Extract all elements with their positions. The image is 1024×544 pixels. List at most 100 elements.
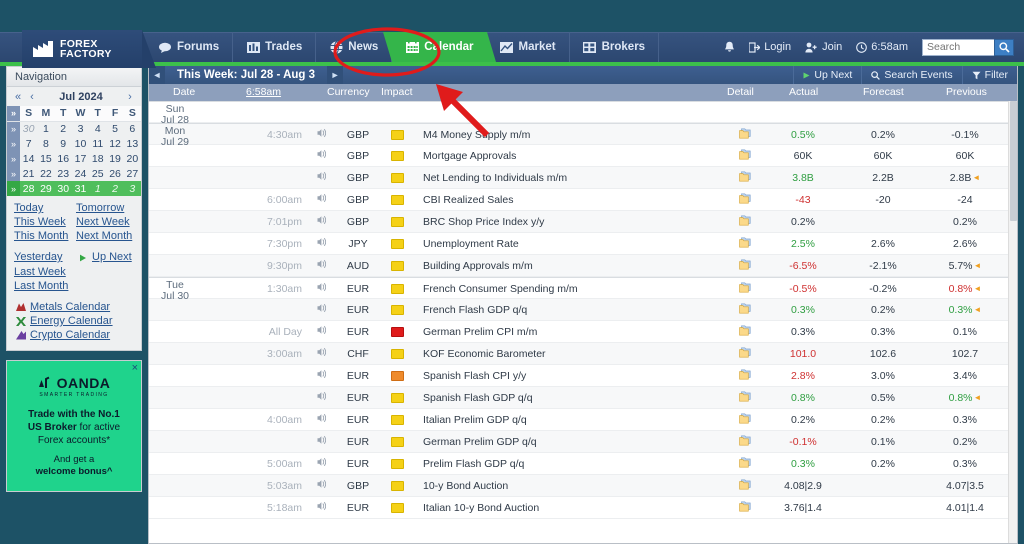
calendar-day-cell[interactable]: 5 — [106, 121, 123, 136]
select-week-button[interactable]: » — [7, 166, 20, 181]
week-col-icon[interactable]: » — [7, 106, 20, 122]
calendar-day-cell[interactable]: 1 — [37, 121, 54, 136]
sound-alert-icon[interactable] — [317, 413, 327, 426]
link-up-next[interactable]: Up Next — [92, 251, 132, 263]
link-crypto-calendar[interactable]: Crypto Calendar — [30, 329, 110, 341]
calendar-day-cell[interactable]: 29 — [37, 181, 55, 196]
sound-alert-icon[interactable] — [317, 479, 327, 492]
oanda-advertisement[interactable]: × OANDA SMARTER TRADING Trade with the N… — [6, 360, 142, 492]
calendar-day-cell[interactable]: 11 — [89, 136, 106, 151]
prev-month-icon[interactable]: ‹ — [25, 91, 39, 103]
calendar-day-cell[interactable]: 30 — [54, 181, 72, 196]
detail-folder-icon[interactable] — [739, 347, 752, 361]
detail-folder-icon[interactable] — [739, 282, 752, 296]
next-month-icon[interactable]: › — [123, 91, 137, 103]
search-submit-button[interactable] — [994, 38, 1014, 56]
event-title[interactable]: Prelim Flash GDP q/q — [423, 458, 524, 470]
sound-alert-icon[interactable] — [317, 325, 327, 338]
detail-folder-icon[interactable] — [739, 457, 752, 471]
detail-folder-icon[interactable] — [739, 479, 752, 493]
link-this-month[interactable]: This Month — [14, 230, 68, 242]
tab-calendar[interactable]: Calendar — [383, 32, 496, 62]
event-title[interactable]: M4 Money Supply m/m — [423, 129, 530, 141]
event-title[interactable]: Building Approvals m/m — [423, 260, 533, 272]
event-title[interactable]: BRC Shop Price Index y/y — [423, 216, 544, 228]
table-row[interactable]: 5:00am EUR Prelim Flash GDP q/q 0.3% 0.2% 0.3… — [149, 453, 1017, 475]
sound-alert-icon[interactable] — [317, 369, 327, 382]
detail-folder-icon[interactable] — [739, 369, 752, 383]
impact-indicator-icon[interactable] — [391, 349, 404, 359]
impact-indicator-icon[interactable] — [391, 173, 404, 183]
impact-indicator-icon[interactable] — [391, 217, 404, 227]
calendar-day-cell[interactable]: 7 — [20, 136, 37, 151]
calendar-day-cell[interactable]: 6 — [124, 121, 141, 136]
impact-indicator-icon[interactable] — [391, 415, 404, 425]
table-row[interactable]: 5:18am EUR Italian 10-y Bond Auction 3.76|1… — [149, 497, 1017, 519]
search-events-button[interactable]: Search Events — [861, 66, 961, 84]
calendar-day-cell[interactable]: 9 — [55, 136, 72, 151]
link-tomorrow[interactable]: Tomorrow — [76, 202, 124, 214]
detail-folder-icon[interactable] — [739, 128, 752, 142]
calendar-day-cell[interactable]: 21 — [20, 166, 37, 181]
detail-folder-icon[interactable] — [739, 303, 752, 317]
event-title[interactable]: Spanish Flash CPI y/y — [423, 370, 526, 382]
link-this-week[interactable]: This Week — [14, 216, 66, 228]
calendar-day-cell[interactable]: 8 — [37, 136, 54, 151]
calendar-day-cell[interactable]: 20 — [124, 151, 141, 166]
table-row[interactable]: 5:03am GBP 10-y Bond Auction 4.08|2.9 4.07|3… — [149, 475, 1017, 497]
calendar-day-cell[interactable]: 2 — [55, 121, 72, 136]
impact-indicator-icon[interactable] — [391, 459, 404, 469]
detail-folder-icon[interactable] — [739, 237, 752, 251]
link-yesterday[interactable]: Yesterday — [14, 251, 63, 263]
event-title[interactable]: German Prelim GDP q/q — [423, 436, 537, 448]
event-title[interactable]: Spanish Flash GDP q/q — [423, 392, 533, 404]
sound-alert-icon[interactable] — [317, 149, 327, 162]
link-next-week[interactable]: Next Week — [76, 216, 130, 228]
tab-market[interactable]: Market — [487, 32, 570, 62]
detail-folder-icon[interactable] — [739, 501, 752, 515]
col-impact[interactable]: Impact — [381, 86, 413, 98]
table-row[interactable]: All Day EUR German Prelim CPI m/m 0.3% 0.3% 0… — [149, 321, 1017, 343]
event-title[interactable]: Mortgage Approvals — [423, 150, 516, 162]
select-week-button[interactable]: » — [7, 181, 20, 196]
detail-folder-icon[interactable] — [739, 193, 752, 207]
link-next-month[interactable]: Next Month — [76, 230, 132, 242]
calendar-day-cell[interactable]: 22 — [37, 166, 54, 181]
sound-alert-icon[interactable] — [317, 259, 327, 272]
sound-alert-icon[interactable] — [317, 347, 327, 360]
calendar-day-cell[interactable]: 17 — [72, 151, 89, 166]
event-title[interactable]: Unemployment Rate — [423, 238, 519, 250]
calendar-day-cell[interactable]: 3 — [72, 121, 89, 136]
link-last-month[interactable]: Last Month — [14, 280, 68, 292]
vertical-scrollbar[interactable] — [1008, 101, 1017, 543]
table-row[interactable]: EUR French Flash GDP q/q 0.3% 0.2% 0.3%◄ — [149, 299, 1017, 321]
impact-indicator-icon[interactable] — [391, 371, 404, 381]
table-row[interactable]: EUR German Prelim GDP q/q -0.1% 0.1% 0.2% — [149, 431, 1017, 453]
calendar-day-cell[interactable]: 30 — [20, 121, 37, 136]
sound-alert-icon[interactable] — [317, 435, 327, 448]
table-row[interactable]: EUR Spanish Flash GDP q/q 0.8% 0.5% 0.8%◄ — [149, 387, 1017, 409]
calendar-day-cell[interactable]: 12 — [106, 136, 123, 151]
impact-indicator-icon[interactable] — [391, 284, 404, 294]
select-week-button[interactable]: » — [7, 121, 20, 136]
filter-button[interactable]: Filter — [961, 66, 1017, 84]
week-title[interactable]: This Week: Jul 28 - Aug 3 — [165, 66, 327, 88]
sound-alert-icon[interactable] — [317, 128, 327, 141]
prev-year-icon[interactable]: « — [11, 91, 25, 103]
calendar-day-cell[interactable]: 15 — [37, 151, 54, 166]
select-week-button[interactable]: » — [7, 136, 20, 151]
impact-indicator-icon[interactable] — [391, 327, 404, 337]
sound-alert-icon[interactable] — [317, 237, 327, 250]
search-input[interactable] — [922, 38, 994, 56]
col-date[interactable]: Date — [173, 86, 195, 98]
detail-folder-icon[interactable] — [739, 391, 752, 405]
calendar-day-cell[interactable]: 10 — [72, 136, 89, 151]
calendar-day-cell[interactable]: 25 — [89, 166, 106, 181]
select-week-button[interactable]: » — [7, 151, 20, 166]
table-row[interactable]: GBP Mortgage Approvals 60K 60K 60K — [149, 145, 1017, 167]
impact-indicator-icon[interactable] — [391, 437, 404, 447]
table-row[interactable]: Mon Jul 29 4:30am GBP M4 Money Supply m/m 0.5… — [149, 123, 1017, 148]
calendar-day-cell[interactable]: 13 — [124, 136, 141, 151]
col-time[interactable]: 6:58am — [246, 86, 281, 98]
table-row[interactable]: 4:00am EUR Italian Prelim GDP q/q 0.2% 0.2% 0… — [149, 409, 1017, 431]
